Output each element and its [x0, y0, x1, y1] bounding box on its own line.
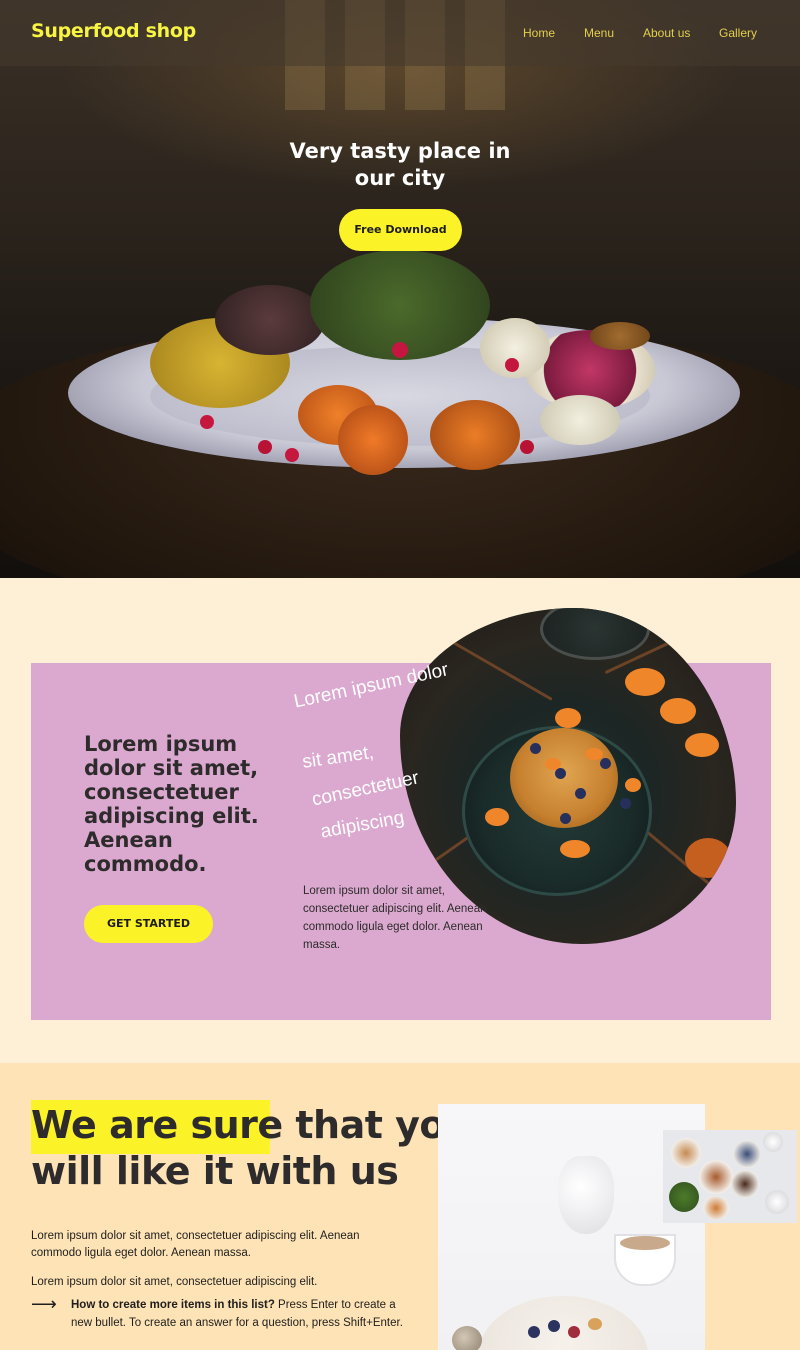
dish — [733, 1140, 761, 1168]
hero-title: Very tasty place in our city — [250, 138, 550, 192]
arrow-right-icon: ⟶ — [31, 1294, 57, 1315]
about-paragraph: Lorem ipsum dolor sit amet, consectetuer… — [31, 1276, 318, 1288]
raspberry — [568, 1326, 580, 1338]
about-heading-highlight-text: We are sure — [31, 1103, 283, 1147]
twig — [447, 638, 553, 701]
hero-title-line: our city — [354, 166, 446, 190]
orange-slice — [685, 733, 719, 757]
hero-section: Superfood shop Home Menu About us Galler… — [0, 0, 800, 578]
feature-paragraph: Lorem ipsum dolor sit amet, consectetuer… — [303, 885, 487, 951]
blueberry — [528, 1326, 540, 1338]
pancake — [588, 1318, 602, 1330]
dish — [703, 1196, 729, 1220]
orange-slice — [560, 840, 590, 858]
orange-slice — [625, 668, 665, 696]
blueberry — [555, 768, 566, 779]
blueberry — [560, 813, 571, 824]
nav-gallery[interactable]: Gallery — [719, 26, 757, 40]
free-download-button[interactable]: Free Download — [339, 209, 462, 251]
about-heading-line: will like it with us — [31, 1149, 399, 1193]
blueberry — [530, 743, 541, 754]
nav-home[interactable]: Home — [523, 26, 555, 40]
hero-title-line: Very tasty place in — [289, 139, 511, 163]
dish — [699, 1160, 733, 1194]
dish — [671, 1138, 701, 1168]
pancake-plate — [478, 1296, 648, 1350]
greens — [669, 1182, 699, 1212]
list-item-title: How to create more items in this list? — [71, 1299, 275, 1311]
about-heading-line: We are sure that you — [31, 1102, 472, 1148]
milk-pitcher — [558, 1156, 614, 1234]
pomegranate-seed — [258, 440, 272, 454]
about-heading: We are sure that you will like it with u… — [31, 1102, 472, 1194]
blueberry — [620, 798, 631, 809]
salad-carrot — [338, 405, 408, 475]
coffee — [620, 1236, 670, 1250]
nav-menu[interactable]: Menu — [584, 26, 614, 40]
blueberry — [600, 758, 611, 769]
orange-slice — [625, 778, 641, 792]
orange-slice — [545, 758, 561, 770]
pomegranate-seed — [200, 415, 214, 429]
list-item: How to create more items in this list? P… — [71, 1297, 406, 1332]
pomegranate-seed — [505, 358, 519, 372]
orange-slice — [555, 708, 581, 728]
dish — [731, 1170, 759, 1198]
brand-logo[interactable]: Superfood shop — [31, 20, 196, 42]
pomegranate-seed — [392, 342, 408, 358]
cup — [540, 608, 650, 660]
orange-slice — [660, 698, 696, 724]
salad-walnut — [590, 322, 650, 350]
feature-heading: Lorem ipsum dolor sit amet, consectetuer… — [84, 732, 259, 876]
blueberry — [575, 788, 586, 799]
orange-peel — [685, 838, 731, 878]
orange-slice — [485, 808, 509, 826]
salad-carrot — [430, 400, 520, 470]
cup — [765, 1190, 789, 1214]
table-spread-photo — [663, 1130, 797, 1223]
cup — [763, 1132, 783, 1152]
salad-cheese — [540, 395, 620, 445]
pomegranate-seed — [285, 448, 299, 462]
get-started-button[interactable]: GET STARTED — [84, 905, 213, 943]
orange-slice — [585, 748, 603, 760]
salad-greens — [215, 285, 325, 355]
pomegranate-seed — [520, 440, 534, 454]
blueberry — [548, 1320, 560, 1332]
nav-about-us[interactable]: About us — [643, 26, 690, 40]
about-paragraph: Lorem ipsum dolor sit amet, consectetuer… — [31, 1230, 360, 1259]
spoon — [452, 1326, 482, 1350]
